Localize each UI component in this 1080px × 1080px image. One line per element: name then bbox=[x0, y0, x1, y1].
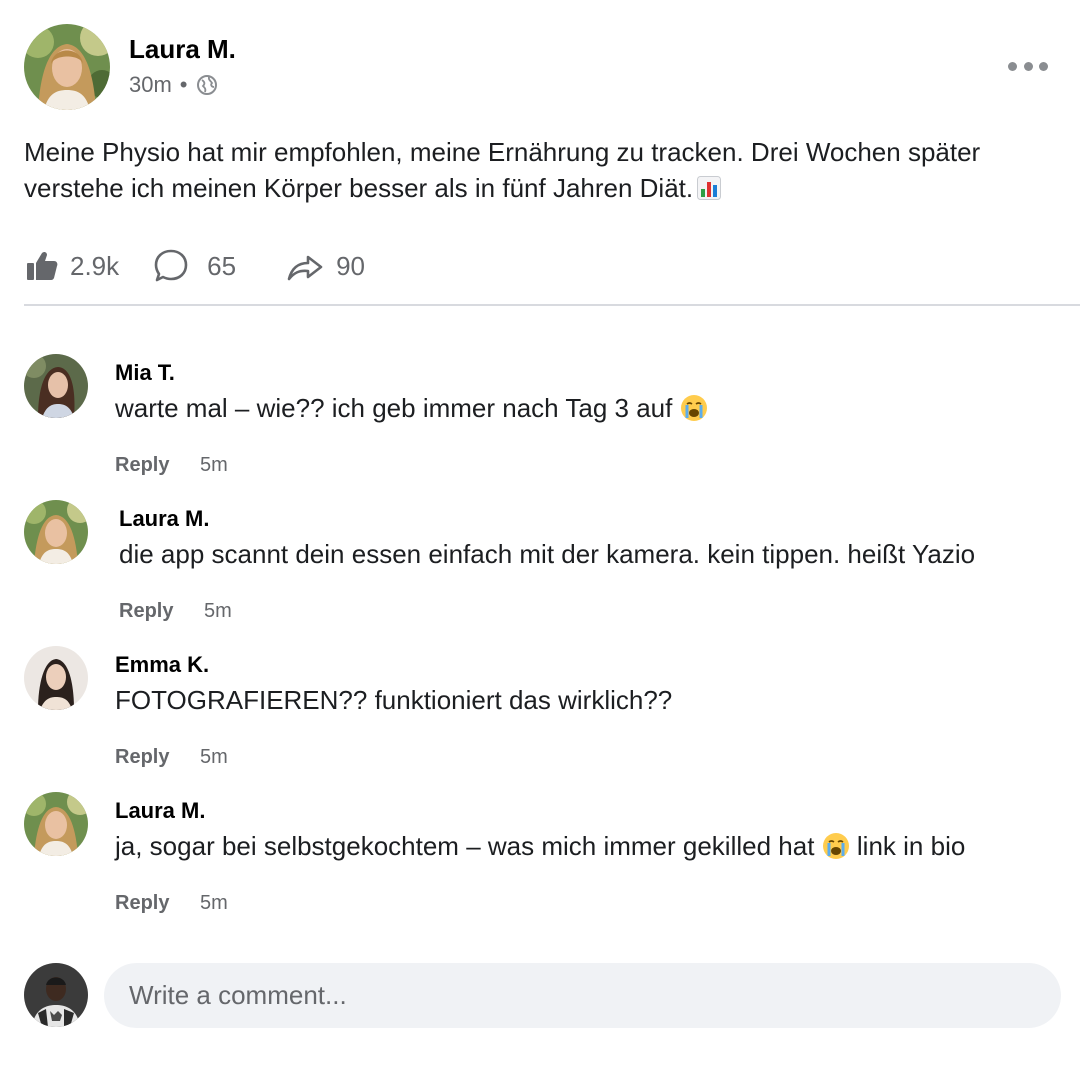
comment-avatar-laura[interactable] bbox=[24, 500, 88, 564]
comment-author[interactable]: Mia T. bbox=[115, 360, 175, 386]
divider bbox=[24, 304, 1080, 306]
globe-icon bbox=[196, 74, 218, 96]
more-dot bbox=[1008, 61, 1017, 71]
comment-button[interactable]: 65 bbox=[153, 248, 236, 284]
post-time[interactable]: 30m bbox=[129, 72, 172, 98]
comment-body: warte mal – wie?? ich geb immer nach Tag… bbox=[115, 393, 673, 423]
share-arrow-icon bbox=[287, 255, 323, 281]
like-count: 2.9k bbox=[70, 250, 120, 281]
reply-button[interactable]: Reply bbox=[119, 600, 173, 623]
thumbs-up-icon bbox=[27, 251, 58, 280]
comment-avatar-emma[interactable] bbox=[24, 646, 88, 710]
comment-input[interactable] bbox=[104, 963, 1061, 1028]
comment-time: 5m bbox=[200, 454, 228, 476]
comment-text: FOTOGRAFIEREN?? funktioniert das wirklic… bbox=[115, 685, 673, 715]
share-button[interactable]: 90 bbox=[286, 248, 365, 284]
comment-text: ja, sogar bei selbstgekochtem – was mich… bbox=[115, 831, 965, 862]
reply-button[interactable]: Reply bbox=[115, 892, 169, 915]
more-options-button[interactable] bbox=[1008, 56, 1048, 76]
post-meta: 30m • bbox=[129, 72, 218, 98]
comment-time: 5m bbox=[200, 746, 228, 768]
comment-author[interactable]: Emma K. bbox=[115, 652, 209, 678]
comment-body: ja, sogar bei selbstgekochtem – was mich… bbox=[115, 831, 815, 861]
reply-button[interactable]: Reply bbox=[115, 454, 169, 477]
comment-avatar-mia[interactable] bbox=[24, 354, 88, 418]
comment-text: die app scannt dein essen einfach mit de… bbox=[119, 539, 976, 569]
more-dot bbox=[1023, 61, 1033, 71]
post-author-avatar[interactable] bbox=[24, 24, 110, 110]
post-author-name[interactable]: Laura M. bbox=[129, 34, 236, 65]
more-dot bbox=[1039, 61, 1048, 71]
comment-body-tail: link in bio bbox=[856, 831, 966, 861]
share-count: 90 bbox=[336, 250, 365, 281]
loudly-crying-emoji bbox=[680, 394, 708, 422]
comment-author[interactable]: Laura M. bbox=[115, 798, 205, 824]
bar-chart-emoji bbox=[697, 173, 722, 200]
comment-count: 65 bbox=[207, 250, 237, 281]
comment-time: 5m bbox=[204, 600, 232, 622]
comment-author[interactable]: Laura M. bbox=[119, 506, 209, 532]
comment-text: warte mal – wie?? ich geb immer nach Tag… bbox=[115, 393, 708, 424]
current-user-avatar[interactable] bbox=[24, 963, 88, 1027]
post-body: Meine Physio hat mir empfohlen, meine Er… bbox=[24, 137, 981, 203]
post-text: Meine Physio hat mir empfohlen, meine Er… bbox=[24, 134, 1044, 206]
reply-button[interactable]: Reply bbox=[115, 746, 169, 769]
post-actions: 2.9k 65 90 bbox=[24, 244, 365, 288]
comment-time: 5m bbox=[200, 892, 228, 914]
comment-bubble-icon bbox=[154, 249, 188, 282]
loudly-crying-emoji bbox=[822, 832, 850, 860]
like-button[interactable]: 2.9k bbox=[24, 248, 119, 284]
comment-avatar-laura[interactable] bbox=[24, 792, 88, 856]
meta-separator: • bbox=[179, 72, 188, 97]
